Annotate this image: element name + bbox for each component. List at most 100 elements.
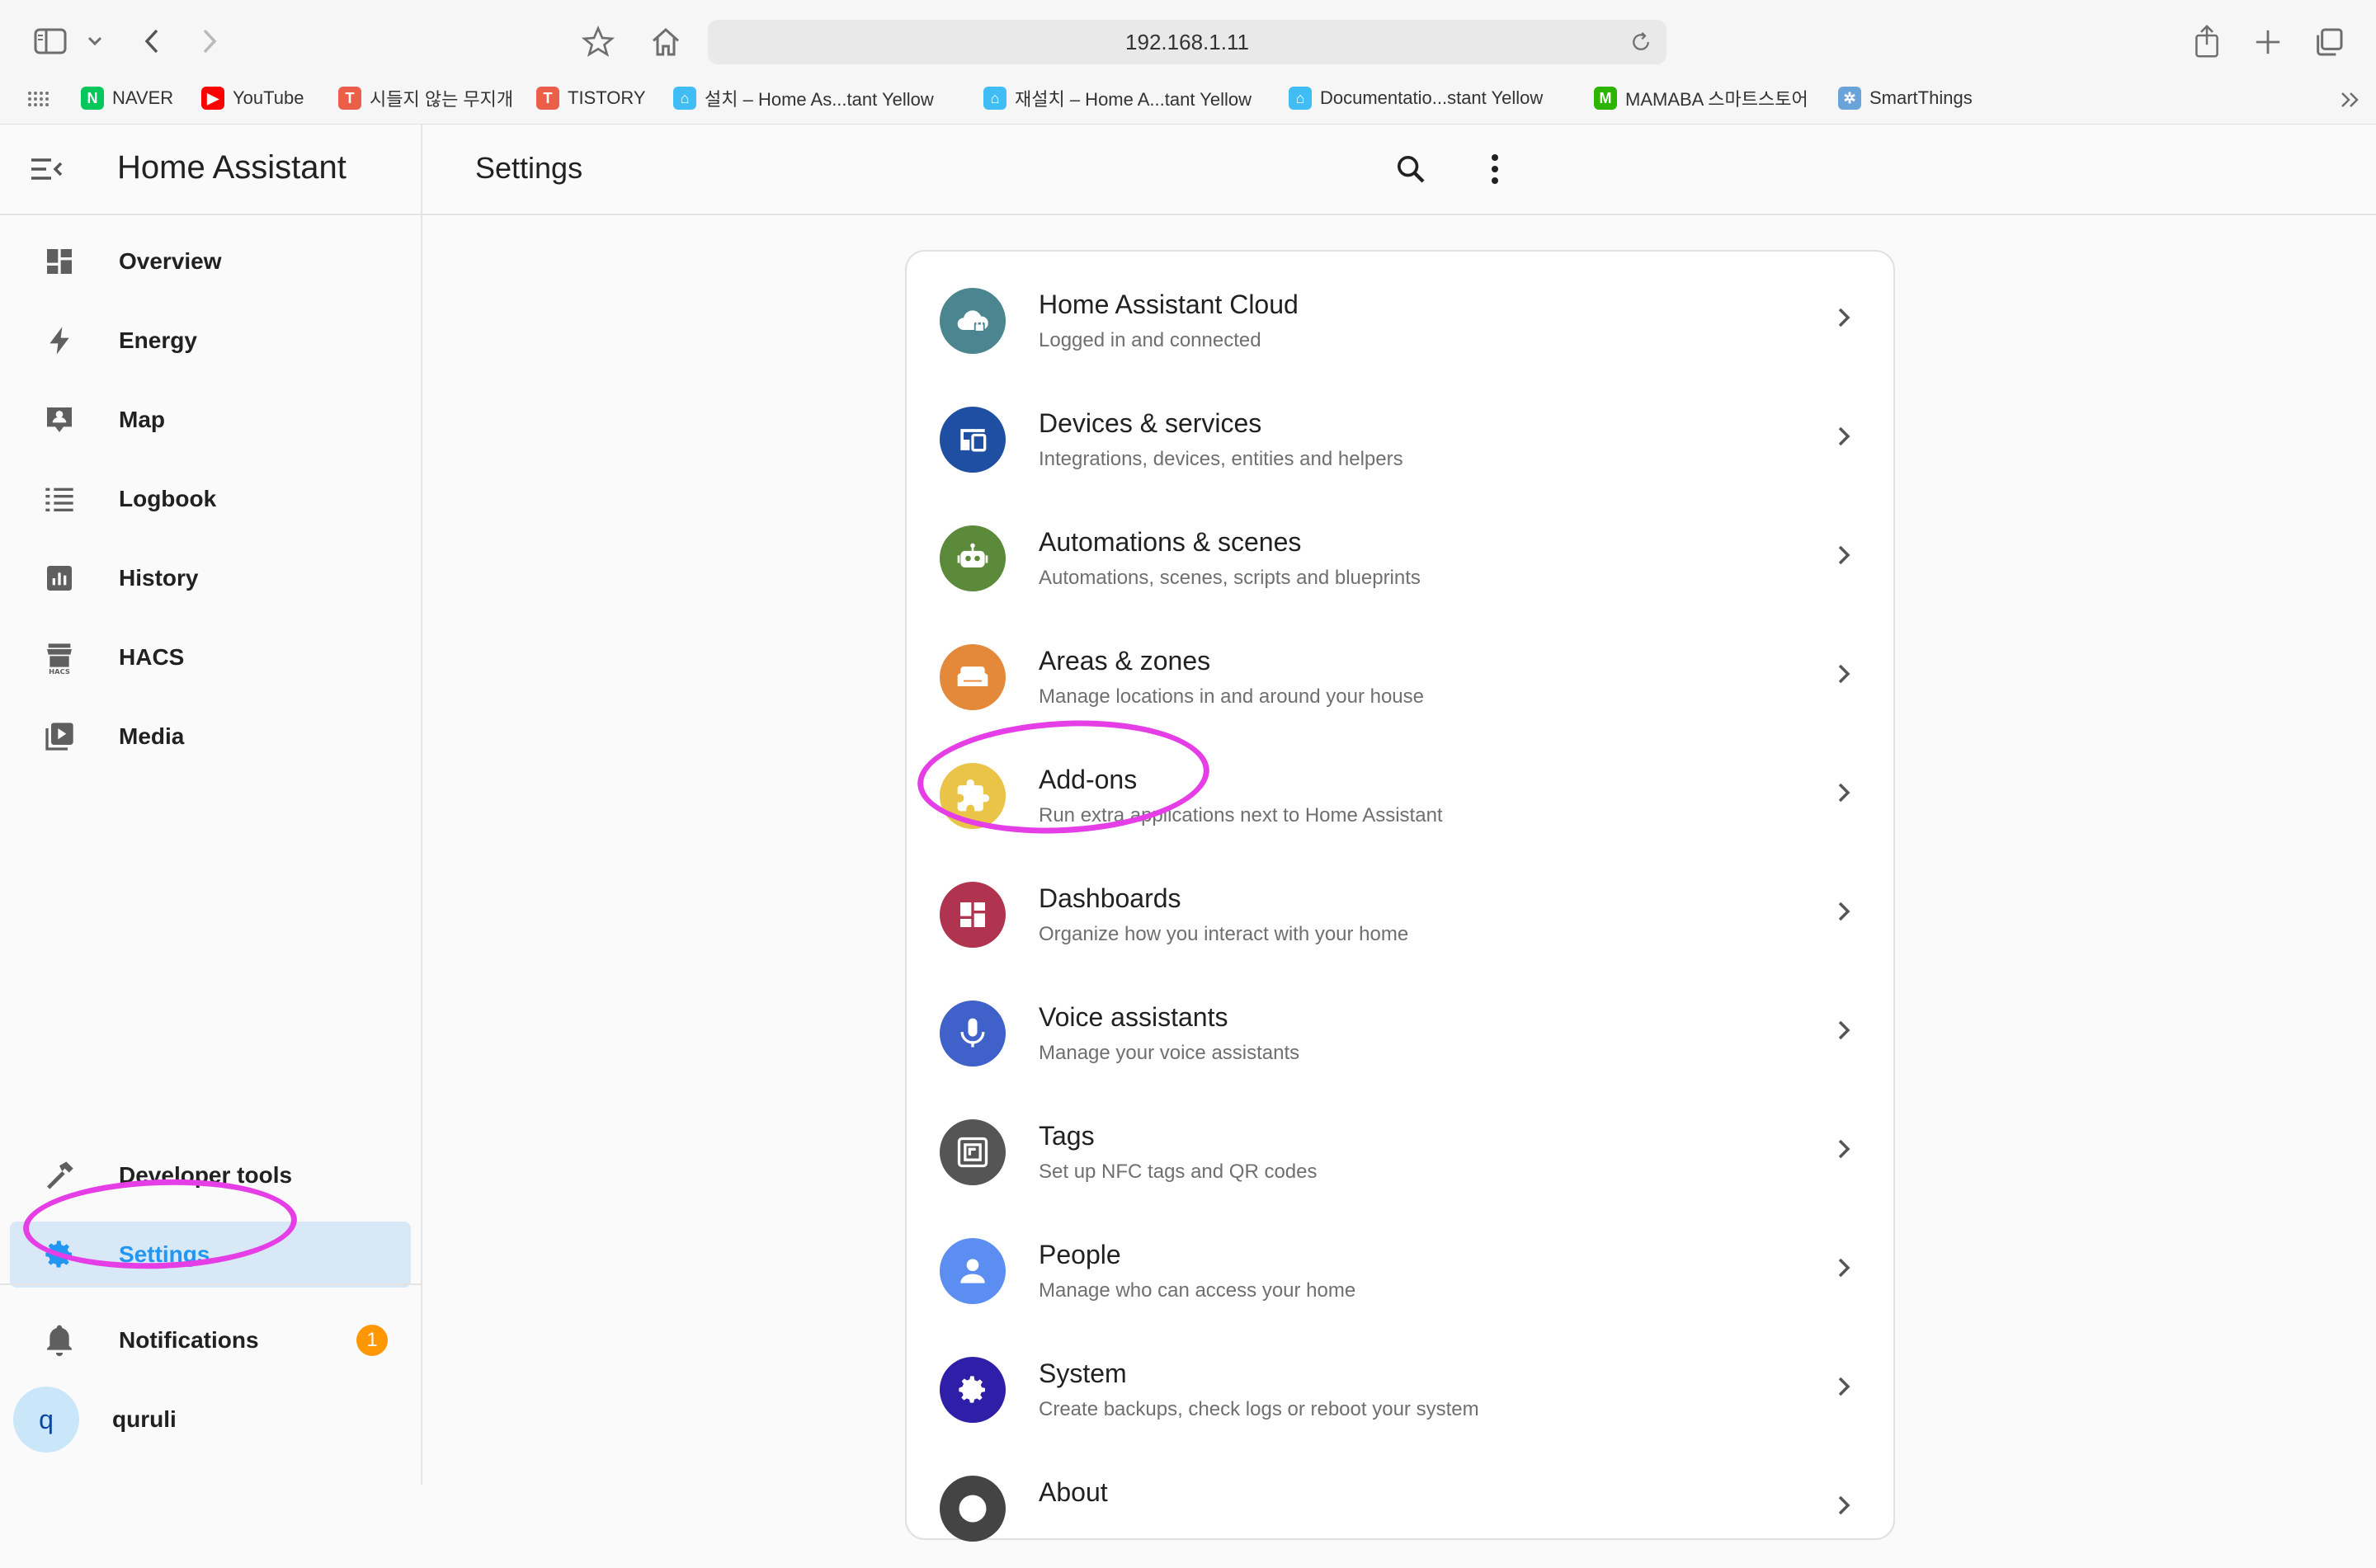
info-icon (940, 1476, 1006, 1542)
sidebar-item-label: Logbook (119, 486, 217, 511)
settings-item-automations-scenes[interactable]: Automations & scenes Automations, scenes,… (907, 499, 1893, 618)
settings-item-title: System (1039, 1358, 1127, 1388)
notification-count-badge: 1 (356, 1325, 388, 1356)
sidebar-item-label: History (119, 565, 199, 591)
settings-item-subtitle: Manage locations in and around your hous… (1039, 685, 1424, 708)
bookmark-item[interactable]: T 시들지 않는 무지개 (338, 82, 513, 114)
bookmark-favicon-icon: T (536, 87, 559, 110)
settings-item-subtitle: Manage your voice assistants (1039, 1042, 1300, 1064)
sidebar-item-map[interactable]: Map (10, 387, 411, 453)
bookmark-item[interactable]: ⌂ Documentatio...stant Yellow (1289, 82, 1543, 114)
bookmark-label: YouTube (233, 87, 304, 108)
grid-icon[interactable] (25, 87, 51, 111)
chevron-right-icon (1836, 661, 1852, 691)
settings-item-title: Add-ons (1039, 765, 1138, 794)
forward-icon[interactable] (195, 25, 224, 58)
sidebar-item-energy[interactable]: Energy (10, 308, 411, 374)
sidebar-header: Home Assistant (0, 125, 421, 215)
settings-item-dashboards[interactable]: Dashboards Organize how you interact with… (907, 855, 1893, 974)
puzzle-icon (940, 763, 1006, 829)
settings-item-title: Automations & scenes (1039, 527, 1302, 557)
more-vertical-icon[interactable] (1485, 151, 1505, 187)
tab-overview-icon[interactable] (2310, 23, 2348, 61)
settings-item-about[interactable]: About (907, 1449, 1893, 1568)
bookmark-item[interactable]: M MAMABA 스마트스토어 (1594, 82, 1808, 114)
sidebar-item-logbook[interactable]: Logbook (10, 466, 411, 532)
tag-nfc-icon (940, 1119, 1006, 1185)
sidebar-divider (0, 1283, 421, 1285)
bookmark-favicon-icon: ⌂ (983, 87, 1006, 110)
settings-item-tags[interactable]: Tags Set up NFC tags and QR codes (907, 1093, 1893, 1212)
sidebar-item-hacs[interactable]: HACS HACS (10, 624, 411, 690)
top-app-bar: Settings (422, 125, 2376, 215)
bookmark-favicon-icon: ⌂ (1289, 87, 1312, 110)
sidebar-item-user[interactable]: q quruli (10, 1387, 411, 1453)
chevron-right-icon (1836, 423, 1852, 454)
settings-item-people[interactable]: People Manage who can access your home (907, 1212, 1893, 1330)
chevron-right-icon (1836, 304, 1852, 335)
lightning-icon (10, 324, 109, 357)
hammer-icon (10, 1159, 109, 1192)
bookmark-favicon-icon: ⌂ (673, 87, 696, 110)
map-icon (10, 403, 109, 436)
settings-item-system[interactable]: System Create backups, check logs or rebo… (907, 1330, 1893, 1449)
chevron-right-icon (1836, 779, 1852, 810)
bookmark-favicon-icon: N (81, 87, 104, 110)
share-icon[interactable] (2190, 21, 2224, 61)
settings-item-subtitle: Integrations, devices, entities and help… (1039, 448, 1403, 470)
avatar: q (13, 1387, 79, 1453)
robot-icon (940, 525, 1006, 591)
bookmark-item[interactable]: ▶ YouTube (201, 82, 304, 114)
person-icon (940, 1238, 1006, 1304)
media-icon (10, 720, 109, 753)
sidebar-item-settings[interactable]: Settings (10, 1222, 411, 1288)
favorite-star-icon[interactable] (579, 23, 617, 61)
settings-item-add-ons[interactable]: Add-ons Run extra applications next to Ho… (907, 737, 1893, 855)
chevron-right-icon (1836, 542, 1852, 572)
sidebar-item-label: Developer tools (119, 1162, 293, 1188)
settings-item-areas-zones[interactable]: Areas & zones Manage locations in and aro… (907, 618, 1893, 737)
bell-icon (10, 1322, 109, 1358)
bookmark-item[interactable]: ⌂ 설치 – Home As...tant Yellow (673, 82, 934, 114)
bookmark-item[interactable]: N NAVER (81, 82, 173, 114)
bookmark-label: TISTORY (568, 87, 646, 108)
gear-icon (940, 1357, 1006, 1423)
settings-item-title: Dashboards (1039, 883, 1181, 913)
home-icon[interactable] (647, 23, 685, 61)
sidebar-item-notifications[interactable]: Notifications 1 (10, 1307, 411, 1373)
sidebar-item-history[interactable]: History (10, 545, 411, 611)
settings-item-devices-services[interactable]: Devices & services Integrations, devices,… (907, 380, 1893, 499)
chevron-double-right-icon[interactable] (2336, 86, 2364, 114)
dashboard-icon (10, 245, 109, 278)
address-bar[interactable]: 192.168.1.11 (708, 20, 1666, 64)
bookmark-label: NAVER (112, 87, 174, 108)
settings-item-title: Areas & zones (1039, 646, 1211, 676)
bookmark-item[interactable]: ⌂ 재설치 – Home A...tant Yellow (983, 82, 1252, 114)
sidebar-item-developer-tools[interactable]: Developer tools (10, 1142, 411, 1208)
search-icon[interactable] (1393, 151, 1429, 187)
chevron-down-icon[interactable] (86, 31, 104, 51)
sidebar-item-media[interactable]: Media (10, 704, 411, 770)
sidebar-toggle-icon[interactable] (31, 25, 69, 58)
chevron-right-icon (1836, 898, 1852, 929)
menu-collapse-icon[interactable] (28, 154, 64, 184)
settings-item-subtitle: Run extra applications next to Home Assi… (1039, 804, 1443, 826)
url-text: 192.168.1.11 (1125, 29, 1249, 54)
sidebar-item-label: Notifications (119, 1327, 259, 1353)
new-tab-icon[interactable] (2251, 25, 2285, 59)
settings-item-subtitle: Manage who can access your home (1039, 1279, 1356, 1302)
chevron-right-icon (1836, 1255, 1852, 1285)
settings-item-title: Devices & services (1039, 408, 1262, 438)
settings-item-voice-assistants[interactable]: Voice assistants Manage your voice assist… (907, 974, 1893, 1093)
bookmarks-bar: N NAVER ▶ YouTube T 시들지 않는 무지개 T TISTORY ⌂ 설치 – H… (0, 79, 2376, 117)
back-icon[interactable] (137, 25, 167, 58)
bookmark-item[interactable]: ✲ SmartThings (1838, 82, 1973, 114)
sidebar-item-overview[interactable]: Overview (10, 228, 411, 294)
reload-icon[interactable] (1629, 30, 1653, 60)
settings-item-subtitle: Logged in and connected (1039, 329, 1261, 351)
settings-item-title: People (1039, 1240, 1121, 1269)
bookmark-label: Documentatio...stant Yellow (1320, 87, 1544, 108)
settings-item-home-assistant-cloud[interactable]: Home Assistant Cloud Logged in and connec… (907, 261, 1893, 380)
bookmark-item[interactable]: T TISTORY (536, 82, 646, 114)
dashboard-icon (940, 882, 1006, 948)
